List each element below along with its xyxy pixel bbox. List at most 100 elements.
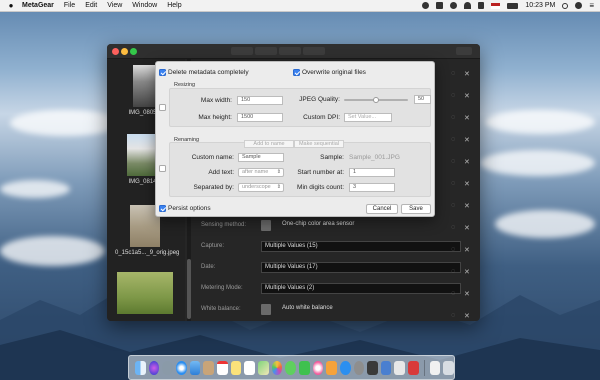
add-to-name-tab[interactable]: Add to name (244, 140, 294, 148)
flag-icon[interactable] (491, 2, 501, 9)
revert-icon[interactable]: ◌ (451, 246, 455, 253)
revert-icon[interactable]: ◌ (451, 70, 455, 77)
preview-icon[interactable] (394, 360, 406, 375)
menu-window[interactable]: Window (132, 2, 157, 9)
toolbar-tab[interactable] (231, 47, 253, 55)
menu-view[interactable]: View (107, 2, 122, 9)
ibooks-icon[interactable] (326, 360, 337, 375)
jpeg-quality-slider-knob[interactable] (373, 97, 379, 103)
photos-icon[interactable] (271, 360, 283, 375)
remove-icon[interactable]: ✕ (464, 70, 470, 78)
app-store-icon[interactable] (339, 360, 351, 375)
user-icon[interactable] (575, 2, 583, 9)
volume-icon[interactable] (478, 2, 485, 9)
min-digits-field[interactable]: 3 (349, 183, 395, 192)
app-menu[interactable]: MetaGear (22, 2, 54, 9)
menu-help[interactable]: Help (167, 2, 181, 9)
persist-options-checkbox[interactable] (159, 205, 166, 212)
revert-icon[interactable]: ◌ (451, 180, 455, 187)
separated-by-select[interactable]: underscope ⇕ (238, 183, 284, 192)
max-height-field[interactable]: 1500 (237, 113, 283, 122)
remove-icon[interactable]: ✕ (464, 290, 470, 298)
safari-icon[interactable] (175, 360, 187, 375)
close-window-button[interactable] (112, 48, 119, 55)
zoom-window-button[interactable] (130, 48, 137, 55)
finder-icon[interactable] (135, 360, 146, 375)
menu-file[interactable]: File (64, 2, 75, 9)
launchpad-icon[interactable] (162, 360, 173, 375)
notes-icon[interactable] (230, 360, 242, 375)
wifi-icon[interactable] (464, 2, 472, 9)
remove-icon[interactable]: ✕ (464, 92, 470, 100)
custom-dpi-field[interactable]: Set Value... (344, 113, 392, 122)
dropbox-icon[interactable] (436, 2, 444, 9)
xcode-icon[interactable] (380, 360, 392, 375)
property-row: Sensing method: One-chip color area sens… (193, 219, 463, 233)
remove-icon[interactable]: ✕ (464, 312, 470, 320)
minimize-window-button[interactable] (121, 48, 128, 55)
dock (128, 355, 455, 380)
metagear-icon[interactable] (367, 360, 378, 375)
save-button[interactable]: Save (401, 204, 431, 214)
max-width-field[interactable]: 150 (237, 96, 283, 105)
facetime-icon[interactable] (298, 360, 310, 375)
toolbar-tab[interactable] (303, 47, 325, 55)
toolbar-tab[interactable] (255, 47, 277, 55)
status-icon[interactable] (422, 2, 430, 9)
thumbnail-item[interactable] (115, 272, 175, 314)
property-value-field[interactable]: Multiple Values (15) (261, 241, 461, 252)
property-value-field[interactable]: Multiple Values (17) (261, 262, 461, 273)
trash-icon[interactable] (443, 360, 454, 375)
revert-icon[interactable]: ◌ (451, 290, 455, 297)
battery-icon[interactable] (507, 2, 519, 9)
keynote-icon[interactable] (408, 360, 419, 375)
scrollbar-thumb[interactable] (187, 259, 191, 319)
reminders-icon[interactable] (244, 360, 255, 375)
jpeg-quality-label: JPEG Quality: (299, 96, 340, 103)
siri-icon[interactable] (148, 360, 160, 375)
add-text-select[interactable]: after name ⇕ (238, 168, 284, 177)
menu-edit[interactable]: Edit (85, 2, 97, 9)
revert-icon[interactable]: ◌ (451, 92, 455, 99)
property-value-field[interactable]: Multiple Values (2) (261, 283, 461, 294)
remove-icon[interactable]: ✕ (464, 158, 470, 166)
custom-name-field[interactable]: Sample (238, 153, 284, 162)
revert-icon[interactable]: ◌ (451, 312, 455, 319)
start-number-field[interactable]: 1 (349, 168, 395, 177)
revert-icon[interactable]: ◌ (451, 158, 455, 165)
revert-icon[interactable]: ◌ (451, 268, 455, 275)
calendar-icon[interactable] (216, 360, 228, 375)
remove-icon[interactable]: ✕ (464, 268, 470, 276)
resizing-enable-checkbox[interactable] (159, 104, 166, 111)
revert-icon[interactable]: ◌ (451, 224, 455, 231)
overwrite-original-checkbox[interactable] (293, 69, 300, 76)
itunes-icon[interactable] (312, 360, 324, 375)
time-machine-icon[interactable] (450, 2, 458, 9)
renaming-enable-checkbox[interactable] (159, 165, 166, 172)
messages-icon[interactable] (285, 360, 296, 375)
remove-icon[interactable]: ✕ (464, 202, 470, 210)
spotlight-icon[interactable] (562, 2, 569, 9)
notification-center-icon[interactable]: ≡ (589, 1, 594, 10)
delete-metadata-checkbox[interactable] (159, 69, 166, 76)
revert-icon[interactable]: ◌ (451, 136, 455, 143)
clock[interactable]: 10:23 PM (525, 2, 555, 9)
make-sequential-tab[interactable]: Make sequential (294, 140, 344, 148)
downloads-icon[interactable] (429, 360, 441, 375)
apple-menu-icon[interactable]: ● (0, 1, 22, 10)
remove-icon[interactable]: ✕ (464, 114, 470, 122)
mail-icon[interactable] (189, 360, 201, 375)
remove-icon[interactable]: ✕ (464, 246, 470, 254)
cancel-button[interactable]: Cancel (366, 204, 398, 214)
remove-icon[interactable]: ✕ (464, 136, 470, 144)
remove-icon[interactable]: ✕ (464, 224, 470, 232)
toolbar-button[interactable] (456, 47, 472, 55)
contacts-icon[interactable] (203, 360, 214, 375)
maps-icon[interactable] (257, 360, 269, 375)
revert-icon[interactable]: ◌ (451, 202, 455, 209)
revert-icon[interactable]: ◌ (451, 114, 455, 121)
jpeg-quality-field[interactable]: 50 (414, 95, 431, 104)
remove-icon[interactable]: ✕ (464, 180, 470, 188)
toolbar-tab[interactable] (279, 47, 301, 55)
system-preferences-icon[interactable] (353, 360, 365, 375)
